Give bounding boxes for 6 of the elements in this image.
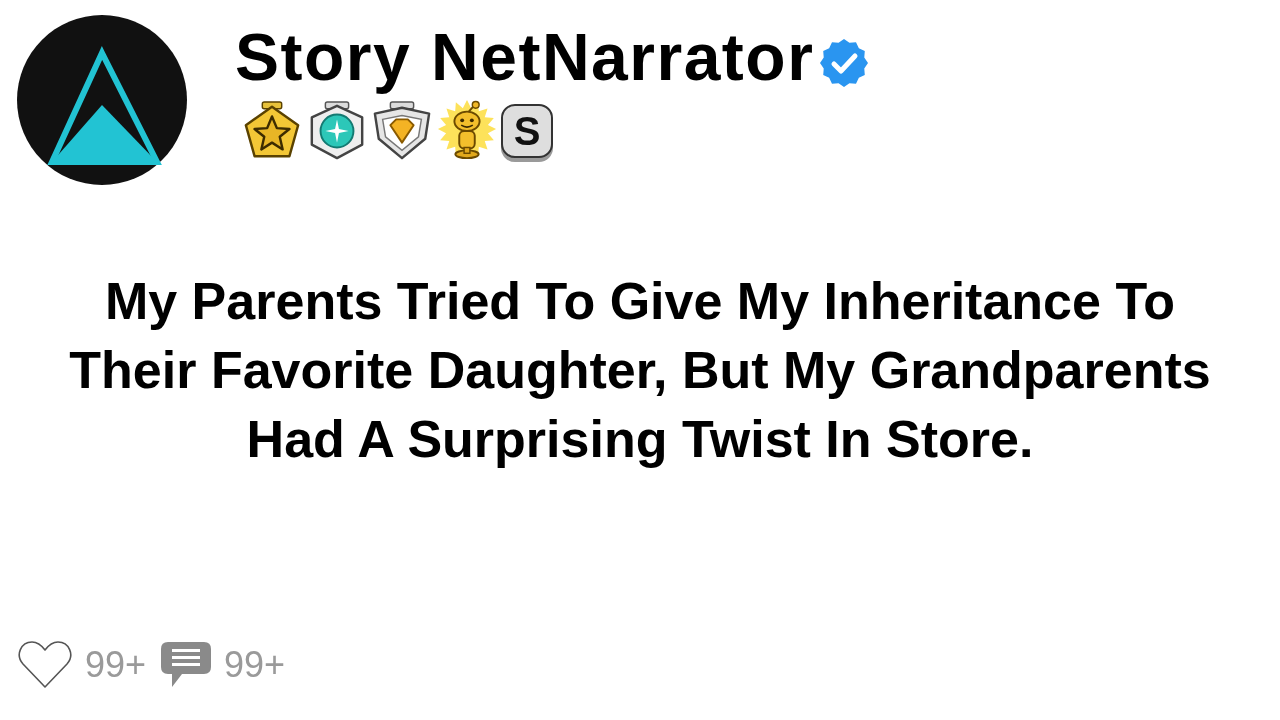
post-title: My Parents Tried To Give My Inheritance To Their Favorite Daughter, But My Grandparents Had A Surprising Twist In Store. [68, 271, 1212, 470]
like-count: 99+ [85, 644, 147, 686]
heart-icon[interactable] [17, 640, 73, 690]
comment-count: 99+ [224, 644, 286, 686]
comment-icon[interactable] [160, 641, 213, 689]
triangle-logo-icon [17, 15, 187, 185]
